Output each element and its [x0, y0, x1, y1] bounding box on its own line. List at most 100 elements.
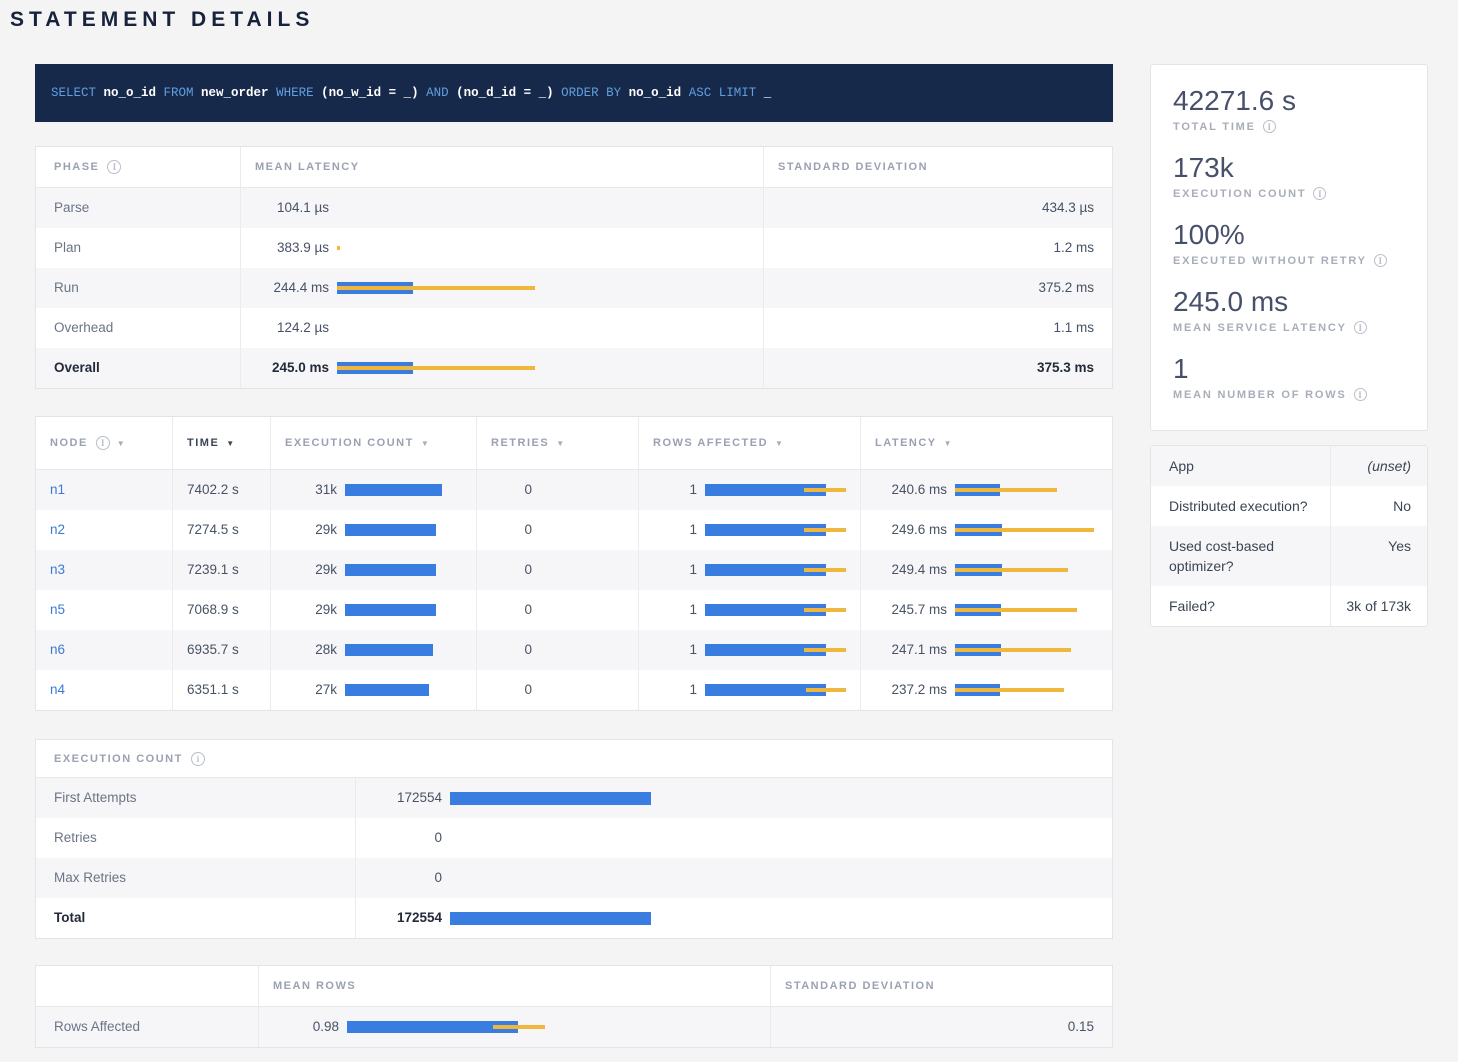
phase-table-body: Parse104.1 µs434.3 µsPlan383.9 µs1.2 msR…	[36, 188, 1112, 388]
stat-value: 245.0 ms	[1173, 286, 1405, 318]
node-cell: n1	[36, 470, 173, 510]
detail-label: Failed?	[1151, 586, 1331, 626]
node-table: NODEi▼TIME▼EXECUTION COUNT▼RETRIES▼ROWS …	[35, 416, 1113, 711]
stat-label: MEAN SERVICE LATENCY i	[1173, 321, 1405, 334]
sort-arrow-icon: ▼	[117, 417, 125, 469]
mean-rows-cell: 0.98	[259, 1007, 771, 1047]
latency-value: 240.6 ms	[875, 470, 947, 510]
info-icon[interactable]: i	[1354, 321, 1367, 334]
info-icon[interactable]: i	[191, 752, 205, 766]
node-link[interactable]: n1	[50, 482, 65, 497]
phase-mean-value: 124.2 µs	[255, 308, 329, 348]
execution-count-row-value: 172554	[370, 898, 442, 938]
sort-arrow-icon: ▼	[556, 417, 564, 469]
phase-table-row: Overhead124.2 µs1.1 ms	[36, 308, 1112, 348]
column-header-label: ROWS AFFECTED	[653, 417, 768, 469]
info-icon[interactable]: i	[107, 160, 121, 174]
column-header-rows-standard-deviation-label: STANDARD DEVIATION	[785, 966, 935, 1006]
execution-count-row: Total172554	[36, 898, 1112, 938]
sql-token: SELECT	[51, 86, 96, 100]
phase-stddev-value: 434.3 µs	[764, 188, 1112, 228]
node-link[interactable]: n3	[50, 562, 65, 577]
sql-token: AND	[419, 86, 449, 100]
latency-value: 249.4 ms	[875, 550, 947, 590]
phase-table-row: Parse104.1 µs434.3 µs	[36, 188, 1112, 228]
column-header-execution-count[interactable]: EXECUTION COUNT▼	[271, 417, 477, 469]
phase-mean-cell: 383.9 µs	[241, 228, 764, 268]
node-cell: n3	[36, 550, 173, 590]
node-cell: n5	[36, 590, 173, 630]
stat-label: MEAN NUMBER OF ROWSi	[1173, 388, 1405, 401]
statement-details-page: STATEMENT DETAILS SELECT no_o_id FROM ne…	[0, 0, 1458, 1048]
node-table-row: n66935.7 s28k01247.1 ms	[36, 630, 1112, 670]
phase-table-header: PHASE i MEAN LATENCY STANDARD DEVIATION	[36, 147, 1112, 188]
node-time-value: 6935.7 s	[173, 630, 271, 670]
column-header-latency[interactable]: LATENCY▼	[861, 417, 1112, 469]
statement-details-panel: App(unset)Distributed execution?NoUsed c…	[1150, 445, 1428, 627]
phase-name: Overhead	[36, 308, 241, 348]
sort-arrow-icon: ▼	[775, 417, 783, 469]
phase-table-row: Run244.4 ms375.2 ms	[36, 268, 1112, 308]
info-icon[interactable]: i	[1313, 187, 1326, 200]
phase-mean-value: 245.0 ms	[255, 348, 329, 388]
node-execution-count-cell: 29k	[271, 550, 477, 590]
node-link[interactable]: n5	[50, 602, 65, 617]
summary-stat: 245.0 ms MEAN SERVICE LATENCY i	[1173, 286, 1405, 334]
info-icon[interactable]: i	[1354, 388, 1367, 401]
retries-value: 0	[477, 510, 639, 550]
latency-value: 249.6 ms	[875, 510, 947, 550]
retries-value: 0	[477, 630, 639, 670]
summary-stat: 173kEXECUTION COUNTi	[1173, 152, 1405, 200]
node-execution-count-cell: 29k	[271, 510, 477, 550]
column-header-label: EXECUTION COUNT	[285, 417, 414, 469]
stat-label: EXECUTED WITHOUT RETRYi	[1173, 254, 1405, 267]
node-cell: n2	[36, 510, 173, 550]
execution-count-value: 28k	[285, 630, 337, 670]
retries-count: 0	[491, 550, 532, 590]
retries-count: 0	[491, 630, 532, 670]
phase-mean-value: 104.1 µs	[255, 188, 329, 228]
latency-value: 237.2 ms	[875, 670, 947, 710]
rows-affected-row: Rows Affected0.980.15	[36, 1007, 1112, 1047]
latency-value: 247.1 ms	[875, 630, 947, 670]
column-header-mean-rows-label: MEAN ROWS	[273, 966, 356, 1006]
execution-count-row-value-cell: 0	[356, 858, 1112, 898]
execution-count-section-header: EXECUTION COUNT i	[36, 740, 1112, 778]
column-header-retries[interactable]: RETRIES▼	[477, 417, 639, 469]
execution-count-bar	[345, 644, 433, 656]
summary-stats-panel: 42271.6 sTOTAL TIMEi 173kEXECUTION COUNTi…	[1150, 64, 1428, 431]
node-latency-cell: 247.1 ms	[861, 630, 1112, 670]
execution-count-row-value-cell: 0	[356, 818, 1112, 858]
node-table-row: n46351.1 s27k01237.2 ms	[36, 670, 1112, 710]
info-icon[interactable]: i	[1374, 254, 1387, 267]
execution-count-value: 29k	[285, 550, 337, 590]
bar-stddev-segment	[337, 286, 535, 290]
info-icon[interactable]: i	[96, 436, 110, 450]
node-latency-cell: 249.6 ms	[861, 510, 1112, 550]
rows-stddev-value: 0.15	[771, 1007, 1112, 1047]
stat-value: 173k	[1173, 152, 1405, 184]
node-table-header: NODEi▼TIME▼EXECUTION COUNT▼RETRIES▼ROWS …	[36, 417, 1112, 470]
node-latency-cell: 245.7 ms	[861, 590, 1112, 630]
node-execution-count-cell: 31k	[271, 470, 477, 510]
retries-value: 0	[477, 670, 639, 710]
column-header-rows-affected[interactable]: ROWS AFFECTED▼	[639, 417, 861, 469]
execution-count-section: EXECUTION COUNT i First Attempts172554Re…	[35, 739, 1113, 939]
node-link[interactable]: n2	[50, 522, 65, 537]
stat-label-text: MEAN SERVICE LATENCY	[1173, 322, 1347, 334]
phase-table-row: Overall245.0 ms375.3 ms	[36, 348, 1112, 388]
info-icon[interactable]: i	[1263, 120, 1276, 133]
phase-mean-cell: 124.2 µs	[241, 308, 764, 348]
node-time-value: 7239.1 s	[173, 550, 271, 590]
node-link[interactable]: n4	[50, 682, 65, 697]
sort-arrow-icon: ▼	[226, 417, 234, 469]
column-header-phase-label: PHASE	[54, 147, 99, 187]
rows-affected-table-header: MEAN ROWS STANDARD DEVIATION	[36, 966, 1112, 1007]
node-link[interactable]: n6	[50, 642, 65, 657]
detail-value: Yes	[1331, 526, 1427, 586]
column-header-time[interactable]: TIME▼	[173, 417, 271, 469]
summary-stat: 42271.6 sTOTAL TIMEi	[1173, 85, 1405, 133]
stat-label: TOTAL TIMEi	[1173, 120, 1405, 133]
column-header-node[interactable]: NODEi▼	[36, 417, 173, 469]
retries-count: 0	[491, 670, 532, 710]
